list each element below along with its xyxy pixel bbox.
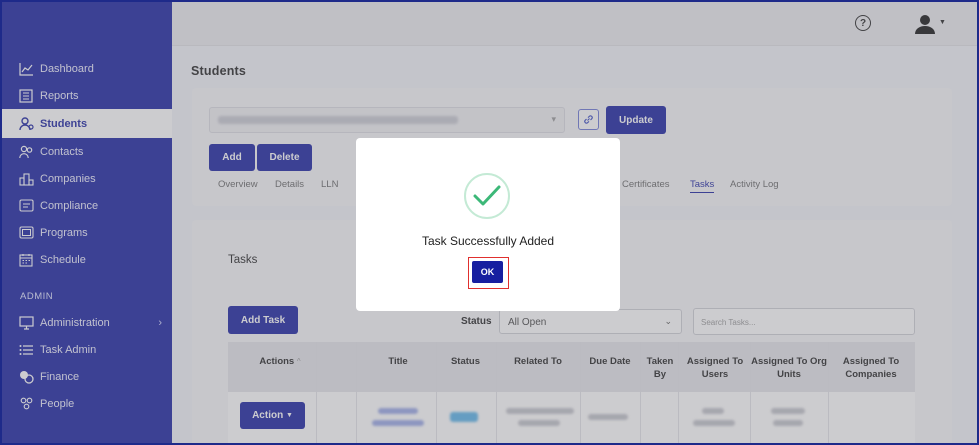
success-check-icon <box>464 173 510 219</box>
dialog-message: Task Successfully Added <box>421 234 555 248</box>
ok-button[interactable]: OK <box>472 261 503 283</box>
success-dialog: Task Successfully Added OK <box>356 138 620 311</box>
app-window: Dashboard Reports Students Contacts Comp… <box>0 0 979 445</box>
